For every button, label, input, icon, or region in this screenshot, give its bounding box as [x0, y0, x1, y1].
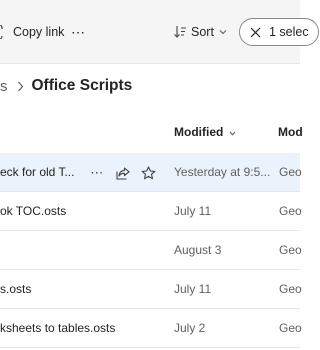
modified-by: Geo	[279, 282, 302, 296]
more-icon[interactable]: ⋯	[89, 163, 105, 183]
modified-column-header[interactable]: Modified	[174, 125, 236, 139]
table-row[interactable]: ksheets to tables.osts July 2 Geo	[0, 309, 302, 348]
breadcrumb-current: Office Scripts	[31, 77, 133, 94]
modified-date: July 2	[174, 321, 206, 335]
share-icon[interactable]	[115, 163, 131, 183]
modified-by-column-label: Mod	[278, 125, 303, 139]
sort-label: Sort	[191, 25, 214, 39]
table-row[interactable]: eck for old T... ⋯ Yesterday at 9:5... G…	[0, 153, 302, 192]
modified-date: August 3	[174, 243, 222, 257]
selected-count-label: 1 selec	[269, 25, 309, 39]
row-actions: ⋯	[89, 163, 156, 183]
table-row[interactable]: ok TOC.osts July 11 Geo	[0, 192, 302, 231]
file-name[interactable]: eck for old T...	[0, 165, 74, 179]
file-name[interactable]: ok TOC.osts	[0, 204, 66, 218]
copy-link-label: Copy link	[13, 25, 65, 39]
copy-link-button[interactable]: Copy link	[0, 18, 64, 46]
table-row[interactable]: s.osts July 11 Geo	[0, 270, 302, 309]
close-icon[interactable]	[250, 27, 261, 38]
modified-by: Geo	[279, 321, 302, 335]
modified-by: Geo	[279, 204, 302, 218]
chevron-down-icon	[219, 29, 227, 35]
modified-by-column-header[interactable]: Mod	[278, 125, 303, 139]
breadcrumb: s Office Scripts	[0, 74, 132, 98]
modified-column-label: Modified	[174, 125, 224, 139]
chevron-right-icon	[17, 81, 24, 92]
star-icon[interactable]	[140, 163, 156, 183]
table-row[interactable]: August 3 Geo	[0, 231, 302, 270]
file-name[interactable]: s.osts	[0, 282, 31, 296]
modified-date: July 11	[174, 204, 212, 218]
sort-button[interactable]: Sort	[174, 18, 227, 46]
file-list-header: Modified Mod	[0, 112, 303, 154]
sort-icon	[174, 25, 186, 39]
selection-pill[interactable]: 1 selec	[239, 18, 319, 46]
modified-date: July 11	[174, 282, 212, 296]
file-name[interactable]: ksheets to tables.osts	[0, 321, 115, 335]
chevron-down-icon	[229, 125, 236, 139]
modified-by: Geo	[279, 165, 302, 179]
breadcrumb-previous[interactable]: s	[0, 78, 8, 95]
more-icon: ⋯	[71, 23, 86, 40]
modified-date: Yesterday at 9:5...	[174, 165, 271, 179]
link-icon	[0, 25, 8, 39]
command-bar: Copy link ⋯ Sort 1 selec	[0, 0, 319, 64]
more-options-button[interactable]: ⋯	[71, 18, 86, 46]
modified-by: Geo	[279, 243, 302, 257]
